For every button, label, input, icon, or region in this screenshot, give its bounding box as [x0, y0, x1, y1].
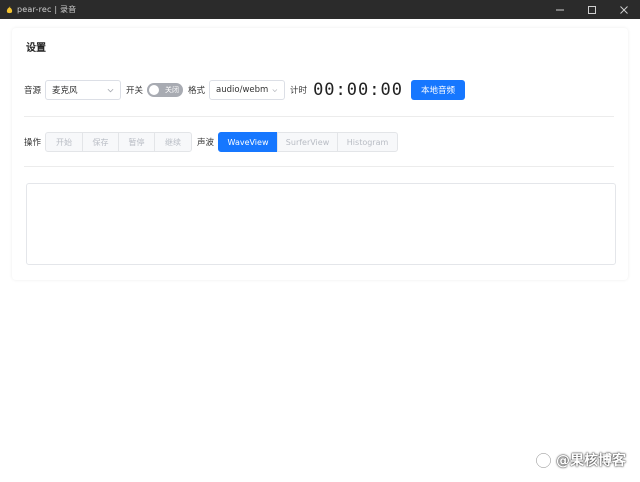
chevron-down-icon — [107, 88, 114, 92]
waveform-button-group: WaveView SurferView Histogram — [218, 132, 399, 152]
source-select-value: 麦克风 — [52, 86, 78, 96]
format-select[interactable]: audio/webm — [209, 80, 286, 100]
watermark: @果核博客 — [535, 450, 626, 470]
timer-display: 00:00:00 — [313, 80, 403, 100]
timer-label: 计时 — [290, 86, 308, 96]
window-controls — [544, 0, 640, 19]
settings-card: 设置 音源 麦克风 开关 关闭 格式 audio/webm 计时 00:00:0… — [12, 28, 628, 280]
recording-switch[interactable]: 关闭 — [147, 83, 184, 97]
window-title: pear-rec | 录音 — [17, 5, 77, 14]
toggle-label: 开关 — [126, 86, 144, 96]
watermark-text: @果核博客 — [556, 453, 626, 469]
histogram-button[interactable]: Histogram — [337, 132, 399, 152]
pause-button[interactable]: 暂停 — [118, 132, 156, 152]
close-icon — [620, 5, 628, 14]
resume-button[interactable]: 继续 — [154, 132, 193, 152]
local-audio-button[interactable]: 本地音频 — [410, 80, 465, 100]
card-title: 设置 — [26, 43, 46, 54]
waveview-button[interactable]: WaveView — [218, 132, 279, 152]
operations-label: 操作 — [24, 138, 42, 148]
chevron-down-icon — [272, 88, 278, 92]
format-label: 格式 — [188, 86, 206, 96]
maximize-icon — [588, 5, 596, 14]
title-bar[interactable]: pear-rec | 录音 — [0, 0, 640, 19]
controls-row: 操作 开始 保存 暂停 继续 声波 WaveView SurferView Hi… — [24, 132, 399, 152]
pear-app-icon — [6, 5, 13, 14]
close-button[interactable] — [608, 0, 640, 19]
minimize-icon — [556, 9, 564, 10]
source-select[interactable]: 麦克风 — [45, 80, 122, 100]
start-button[interactable]: 开始 — [45, 132, 84, 152]
maximize-button[interactable] — [576, 0, 608, 19]
switch-knob — [149, 85, 160, 95]
settings-row: 音源 麦克风 开关 关闭 格式 audio/webm 计时 00:00:00 本… — [24, 80, 465, 100]
surferview-button[interactable]: SurferView — [277, 132, 339, 152]
divider — [24, 116, 614, 117]
waveform-canvas — [26, 183, 616, 265]
operations-button-group: 开始 保存 暂停 继续 — [45, 132, 193, 152]
switch-state-text: 关闭 — [165, 86, 180, 94]
waveform-label: 声波 — [197, 138, 215, 148]
format-select-value: audio/webm — [216, 85, 269, 95]
save-button[interactable]: 保存 — [82, 132, 120, 152]
source-label: 音源 — [24, 86, 42, 96]
divider — [24, 166, 614, 167]
blog-logo-icon — [535, 452, 552, 468]
minimize-button[interactable] — [544, 0, 576, 19]
